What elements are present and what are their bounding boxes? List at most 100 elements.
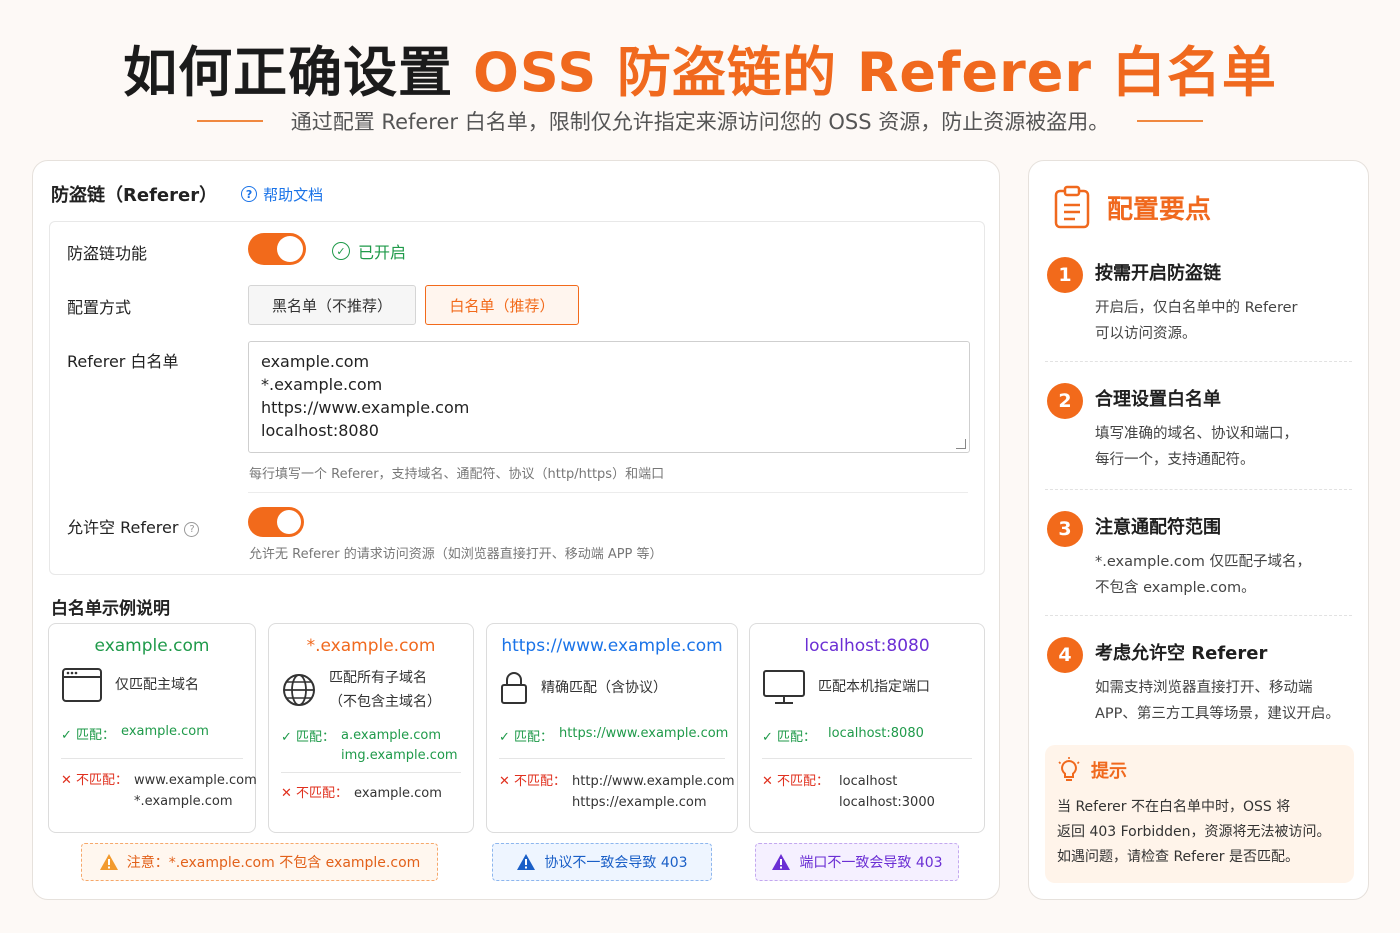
example-desc: 匹配本机指定端口 bbox=[818, 679, 930, 695]
page-subtitle: 通过配置 Referer 白名单，限制仅允许指定来源访问您的 OSS 资源，防止… bbox=[290, 110, 1110, 134]
example-domain: https://www.example.com bbox=[501, 636, 723, 656]
match-label: ✓ 匹配： bbox=[762, 730, 817, 745]
hotlink-toggle[interactable] bbox=[248, 233, 306, 265]
hotlink-status-text: 已开启 bbox=[358, 243, 407, 262]
whitelist-mode-button[interactable]: 白名单（推荐） bbox=[425, 285, 579, 325]
page-title-prefix: 如何正确设置 bbox=[123, 41, 473, 104]
whitelist-entry: example.com bbox=[261, 352, 370, 371]
tip-title: 考虑允许空 Referer bbox=[1095, 643, 1268, 664]
divider bbox=[248, 492, 968, 493]
tip-divider bbox=[1045, 615, 1352, 616]
whitelist-hint: 每行填写一个 Referer，支持域名、通配符、协议（http/https）和端… bbox=[249, 467, 665, 482]
tip-title: 按需开启防盗链 bbox=[1095, 263, 1221, 284]
toggle-knob bbox=[277, 510, 301, 534]
tip-body: 如需支持浏览器直接打开、移动端 APP、第三方工具等场景，建议开启。 bbox=[1095, 680, 1340, 722]
hint-title: 提示 bbox=[1091, 761, 1127, 782]
whitelist-entry: localhost:8080 bbox=[261, 421, 379, 440]
allow-empty-toggle[interactable] bbox=[248, 507, 304, 537]
panel-title: 防盗链（Referer） bbox=[51, 185, 218, 206]
example-desc-row: 精确匹配（含协议） bbox=[499, 670, 729, 706]
browser-window-icon bbox=[62, 668, 102, 702]
nomatch-values: www.example.com *.example.com bbox=[134, 773, 257, 809]
question-icon[interactable]: ? bbox=[184, 522, 200, 537]
tip-divider bbox=[1045, 489, 1352, 490]
example-card: *.example.com 匹配所有子域名 （不包含主域名） ✓ 匹配： a.e… bbox=[268, 623, 474, 833]
match-label: ✓ 匹配： bbox=[281, 730, 336, 745]
resize-grip-icon[interactable] bbox=[956, 439, 966, 449]
nomatch-label: ✕ 不匹配： bbox=[61, 773, 129, 788]
tip-item: 3 注意通配符范围 *.example.com 仅匹配子域名， 不包含 examp… bbox=[1047, 511, 1352, 601]
blacklist-mode-button[interactable]: 黑名单（不推荐） bbox=[248, 285, 416, 325]
examples-title: 白名单示例说明 bbox=[51, 599, 170, 619]
example-match: ✓ 匹配： example.com bbox=[61, 724, 247, 743]
nomatch-values: http://www.example.com https://example.c… bbox=[572, 774, 735, 810]
hotlink-status: ✓ 已开启 bbox=[332, 239, 406, 263]
tip-number: 4 bbox=[1047, 637, 1083, 673]
toggle-knob bbox=[277, 236, 303, 262]
wildcard-note-text: 注意：*.example.com 不包含 example.com bbox=[126, 855, 421, 871]
hint-header: 提示 bbox=[1057, 757, 1127, 783]
monitor-icon bbox=[763, 670, 805, 704]
example-domain: localhost:8080 bbox=[804, 636, 930, 656]
example-desc-row: 匹配所有子域名 （不包含主域名） bbox=[281, 666, 465, 714]
tip-body: 开启后，仅白名单中的 Referer 可以访问资源。 bbox=[1095, 300, 1298, 342]
mode-label: 配置方式 bbox=[67, 298, 132, 317]
example-divider bbox=[61, 758, 243, 759]
example-divider bbox=[762, 758, 972, 759]
wildcard-note: 注意：*.example.com 不包含 example.com bbox=[81, 843, 438, 881]
whitelist-textarea[interactable]: example.com *.example.com https://www.ex… bbox=[248, 341, 970, 453]
tip-divider bbox=[1045, 361, 1352, 362]
tip-item: 2 合理设置白名单 填写准确的域名、协议和端口， 每行一个，支持通配符。 bbox=[1047, 383, 1352, 473]
protocol-note-text: 协议不一致会导致 403 bbox=[544, 855, 688, 871]
config-tips-panel: 配置要点 1 按需开启防盗链 开启后，仅白名单中的 Referer 可以访问资源。… bbox=[1028, 160, 1369, 900]
tip-number: 3 bbox=[1047, 511, 1083, 547]
lightbulb-icon bbox=[1058, 757, 1080, 781]
example-domain: example.com bbox=[94, 636, 210, 656]
tip-body: *.example.com 仅匹配子域名， 不包含 example.com。 bbox=[1095, 554, 1311, 596]
example-nomatch: ✕ 不匹配： example.com bbox=[281, 783, 467, 804]
whitelist-entry: *.example.com bbox=[261, 375, 383, 394]
whitelist-label: Referer 白名单 bbox=[67, 352, 179, 371]
match-value: https://www.example.com bbox=[559, 726, 729, 741]
tip-item: 1 按需开启防盗链 开启后，仅白名单中的 Referer 可以访问资源。 bbox=[1047, 257, 1352, 347]
example-divider bbox=[499, 758, 725, 759]
subtitle-right-rule bbox=[1137, 120, 1204, 122]
nomatch-label: ✕ 不匹配： bbox=[762, 774, 830, 789]
match-value: localhost:8080 bbox=[828, 726, 924, 741]
panel-header: 防盗链（Referer） ? 帮助文档 bbox=[51, 181, 323, 207]
whitelist-entry: https://www.example.com bbox=[261, 398, 470, 417]
settings-form: 防盗链功能 ✓ 已开启 配置方式 黑名单（不推荐） 白名单（推荐） Refere… bbox=[49, 221, 985, 575]
help-doc-link[interactable]: ? 帮助文档 bbox=[241, 184, 323, 205]
match-values: a.example.com img.example.com bbox=[341, 728, 458, 763]
tip-number: 1 bbox=[1047, 257, 1083, 293]
check-circle-icon: ✓ bbox=[332, 242, 350, 260]
warning-icon bbox=[772, 854, 791, 870]
example-domain: *.example.com bbox=[306, 636, 436, 656]
match-value: example.com bbox=[121, 724, 209, 739]
clipboard-icon bbox=[1054, 185, 1090, 229]
help-doc-label: 帮助文档 bbox=[263, 185, 324, 204]
example-card: example.com 仅匹配主域名 ✓ 匹配： example.com ✕ 不… bbox=[48, 623, 257, 833]
help-circle-icon: ? bbox=[241, 186, 258, 202]
allow-empty-hint: 允许无 Referer 的请求访问资源（如浏览器直接打开、移动端 APP 等） bbox=[249, 547, 663, 562]
match-label: ✓ 匹配： bbox=[61, 728, 116, 743]
side-header: 配置要点 bbox=[1053, 185, 1211, 229]
page-title: 如何正确设置 OSS 防盗链的 Referer 白名单 bbox=[0, 28, 1400, 107]
example-nomatch: ✕ 不匹配： localhost localhost:3000 bbox=[762, 771, 978, 813]
tip-title: 合理设置白名单 bbox=[1095, 389, 1221, 410]
example-card: localhost:8080 匹配本机指定端口 ✓ 匹配： localhost:… bbox=[749, 623, 985, 833]
warning-icon bbox=[99, 854, 118, 870]
hint-body: 当 Referer 不在白名单中时，OSS 将 返回 403 Forbidden… bbox=[1057, 799, 1331, 865]
nomatch-value: example.com bbox=[354, 786, 442, 801]
tip-item: 4 考虑允许空 Referer 如需支持浏览器直接打开、移动端 APP、第三方工具… bbox=[1047, 637, 1352, 733]
port-note-text: 端口不一致会导致 403 bbox=[799, 855, 943, 871]
page-title-highlight: OSS 防盗链的 Referer 白名单 bbox=[472, 41, 1277, 104]
port-note: 端口不一致会导致 403 bbox=[755, 843, 959, 881]
hotlink-label: 防盗链功能 bbox=[67, 244, 148, 263]
example-desc: 匹配所有子域名 （不包含主域名） bbox=[329, 670, 441, 710]
example-divider bbox=[281, 772, 461, 773]
subtitle-row: 通过配置 Referer 白名单，限制仅允许指定来源访问您的 OSS 资源，防止… bbox=[0, 106, 1400, 136]
nomatch-values: localhost localhost:3000 bbox=[839, 774, 935, 810]
warning-icon bbox=[517, 854, 536, 870]
example-card: https://www.example.com 精确匹配（含协议） ✓ 匹配： … bbox=[486, 623, 738, 833]
